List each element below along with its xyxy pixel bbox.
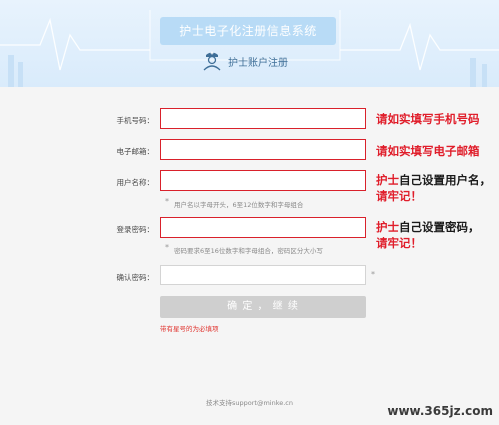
password-input[interactable] [160, 217, 366, 238]
password-annotation-black: 自己设置密码， [399, 220, 480, 234]
submit-button[interactable]: 确 定 ， 继 续 [160, 296, 366, 318]
form-area [0, 87, 499, 425]
password-annotation-line2: 请牢记！ [376, 236, 422, 250]
email-label: 电子邮箱： [94, 146, 154, 157]
username-annotation: 护士自己设置用户名， 请牢记！ [376, 172, 491, 204]
username-annotation-red: 护士 [376, 173, 399, 187]
confirm-password-input[interactable] [160, 265, 366, 285]
required-note: 带有星号的为必填项 [160, 323, 219, 333]
username-input[interactable] [160, 170, 366, 191]
email-annotation: 请如实填写电子邮箱 [376, 143, 480, 159]
password-label: 登录密码： [94, 224, 154, 235]
phone-label: 手机号码： [94, 115, 154, 126]
password-annotation: 护士自己设置密码， 请牢记！ [376, 219, 480, 251]
nurse-icon [201, 49, 223, 71]
username-hint: 用户名以字母开头，6至12位数字和字母组合 [174, 199, 303, 209]
phone-annotation: 请如实填写手机号码 [376, 111, 480, 127]
password-annotation-red: 护士 [376, 220, 399, 234]
password-hint: 密码要求6至16位数字和字母组合，密码区分大小写 [174, 245, 323, 255]
page-subtitle: 护士账户注册 [228, 54, 288, 69]
required-mark: * [165, 197, 169, 206]
required-mark: * [371, 270, 375, 279]
email-input[interactable] [160, 139, 366, 160]
confirm-label: 确认密码： [94, 272, 154, 283]
watermark: www.365jz.com [387, 404, 493, 418]
username-label: 用户名称： [94, 177, 154, 188]
page-title: 护士电子化注册信息系统 [160, 17, 336, 45]
username-annotation-black: 自己设置用户名， [399, 173, 491, 187]
required-mark: * [165, 243, 169, 252]
phone-input[interactable] [160, 108, 366, 129]
page-header: 护士电子化注册信息系统 护士账户注册 [0, 0, 499, 87]
username-annotation-line2: 请牢记！ [376, 189, 422, 203]
